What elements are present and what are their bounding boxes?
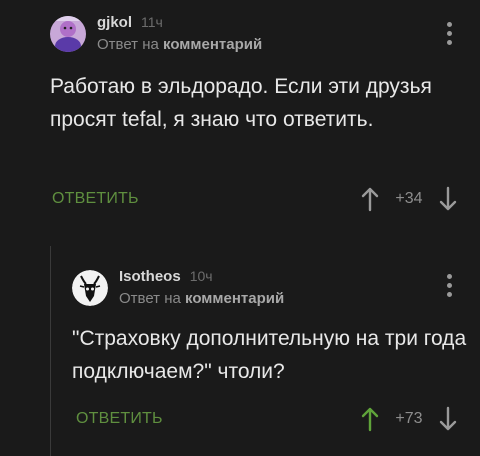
downvote-arrow-icon[interactable] [438, 186, 458, 212]
reply-prefix: Ответ на [119, 290, 181, 307]
avatar[interactable] [50, 15, 86, 52]
more-menu-icon[interactable] [447, 22, 453, 45]
timestamp: 10ч [189, 268, 213, 284]
reply-button[interactable]: ОТВЕТИТЬ [52, 190, 139, 208]
rating-score: +34 [395, 190, 423, 207]
reply-context: Ответ на комментарий [97, 36, 262, 53]
downvote-arrow-icon[interactable] [438, 406, 458, 432]
comment-text: "Страховку дополнительную на три года по… [72, 327, 467, 383]
comment-header: Isotheos 10ч Ответ на комментарий [72, 268, 284, 307]
more-menu-icon[interactable] [447, 274, 453, 297]
comment: gjkol 11ч Ответ на комментарий Работаю в… [0, 0, 480, 240]
username[interactable]: Isotheos [119, 268, 181, 285]
reply-context: Ответ на комментарий [119, 290, 284, 307]
reply-prefix: Ответ на [97, 36, 159, 53]
upvote-arrow-icon[interactable] [360, 186, 380, 212]
timestamp: 11ч [141, 14, 163, 30]
reply-target-link[interactable]: комментарий [163, 36, 262, 53]
comment-actions: ОТВЕТИТЬ +34 [52, 186, 458, 212]
reply-target-link[interactable]: комментарий [185, 290, 284, 307]
rating-score: +73 [395, 410, 423, 427]
comment-text: Работаю в эльдорадо. Если эти друзья про… [50, 75, 432, 131]
comment-actions: ОТВЕТИТЬ +73 [76, 406, 458, 432]
reply-comment: Isotheos 10ч Ответ на комментарий "Страх… [50, 246, 480, 456]
comment-header: gjkol 11ч Ответ на комментарий [50, 14, 262, 53]
avatar[interactable] [72, 269, 108, 306]
reply-button[interactable]: ОТВЕТИТЬ [76, 410, 163, 428]
username[interactable]: gjkol [97, 14, 132, 31]
upvote-arrow-icon[interactable] [360, 406, 380, 432]
